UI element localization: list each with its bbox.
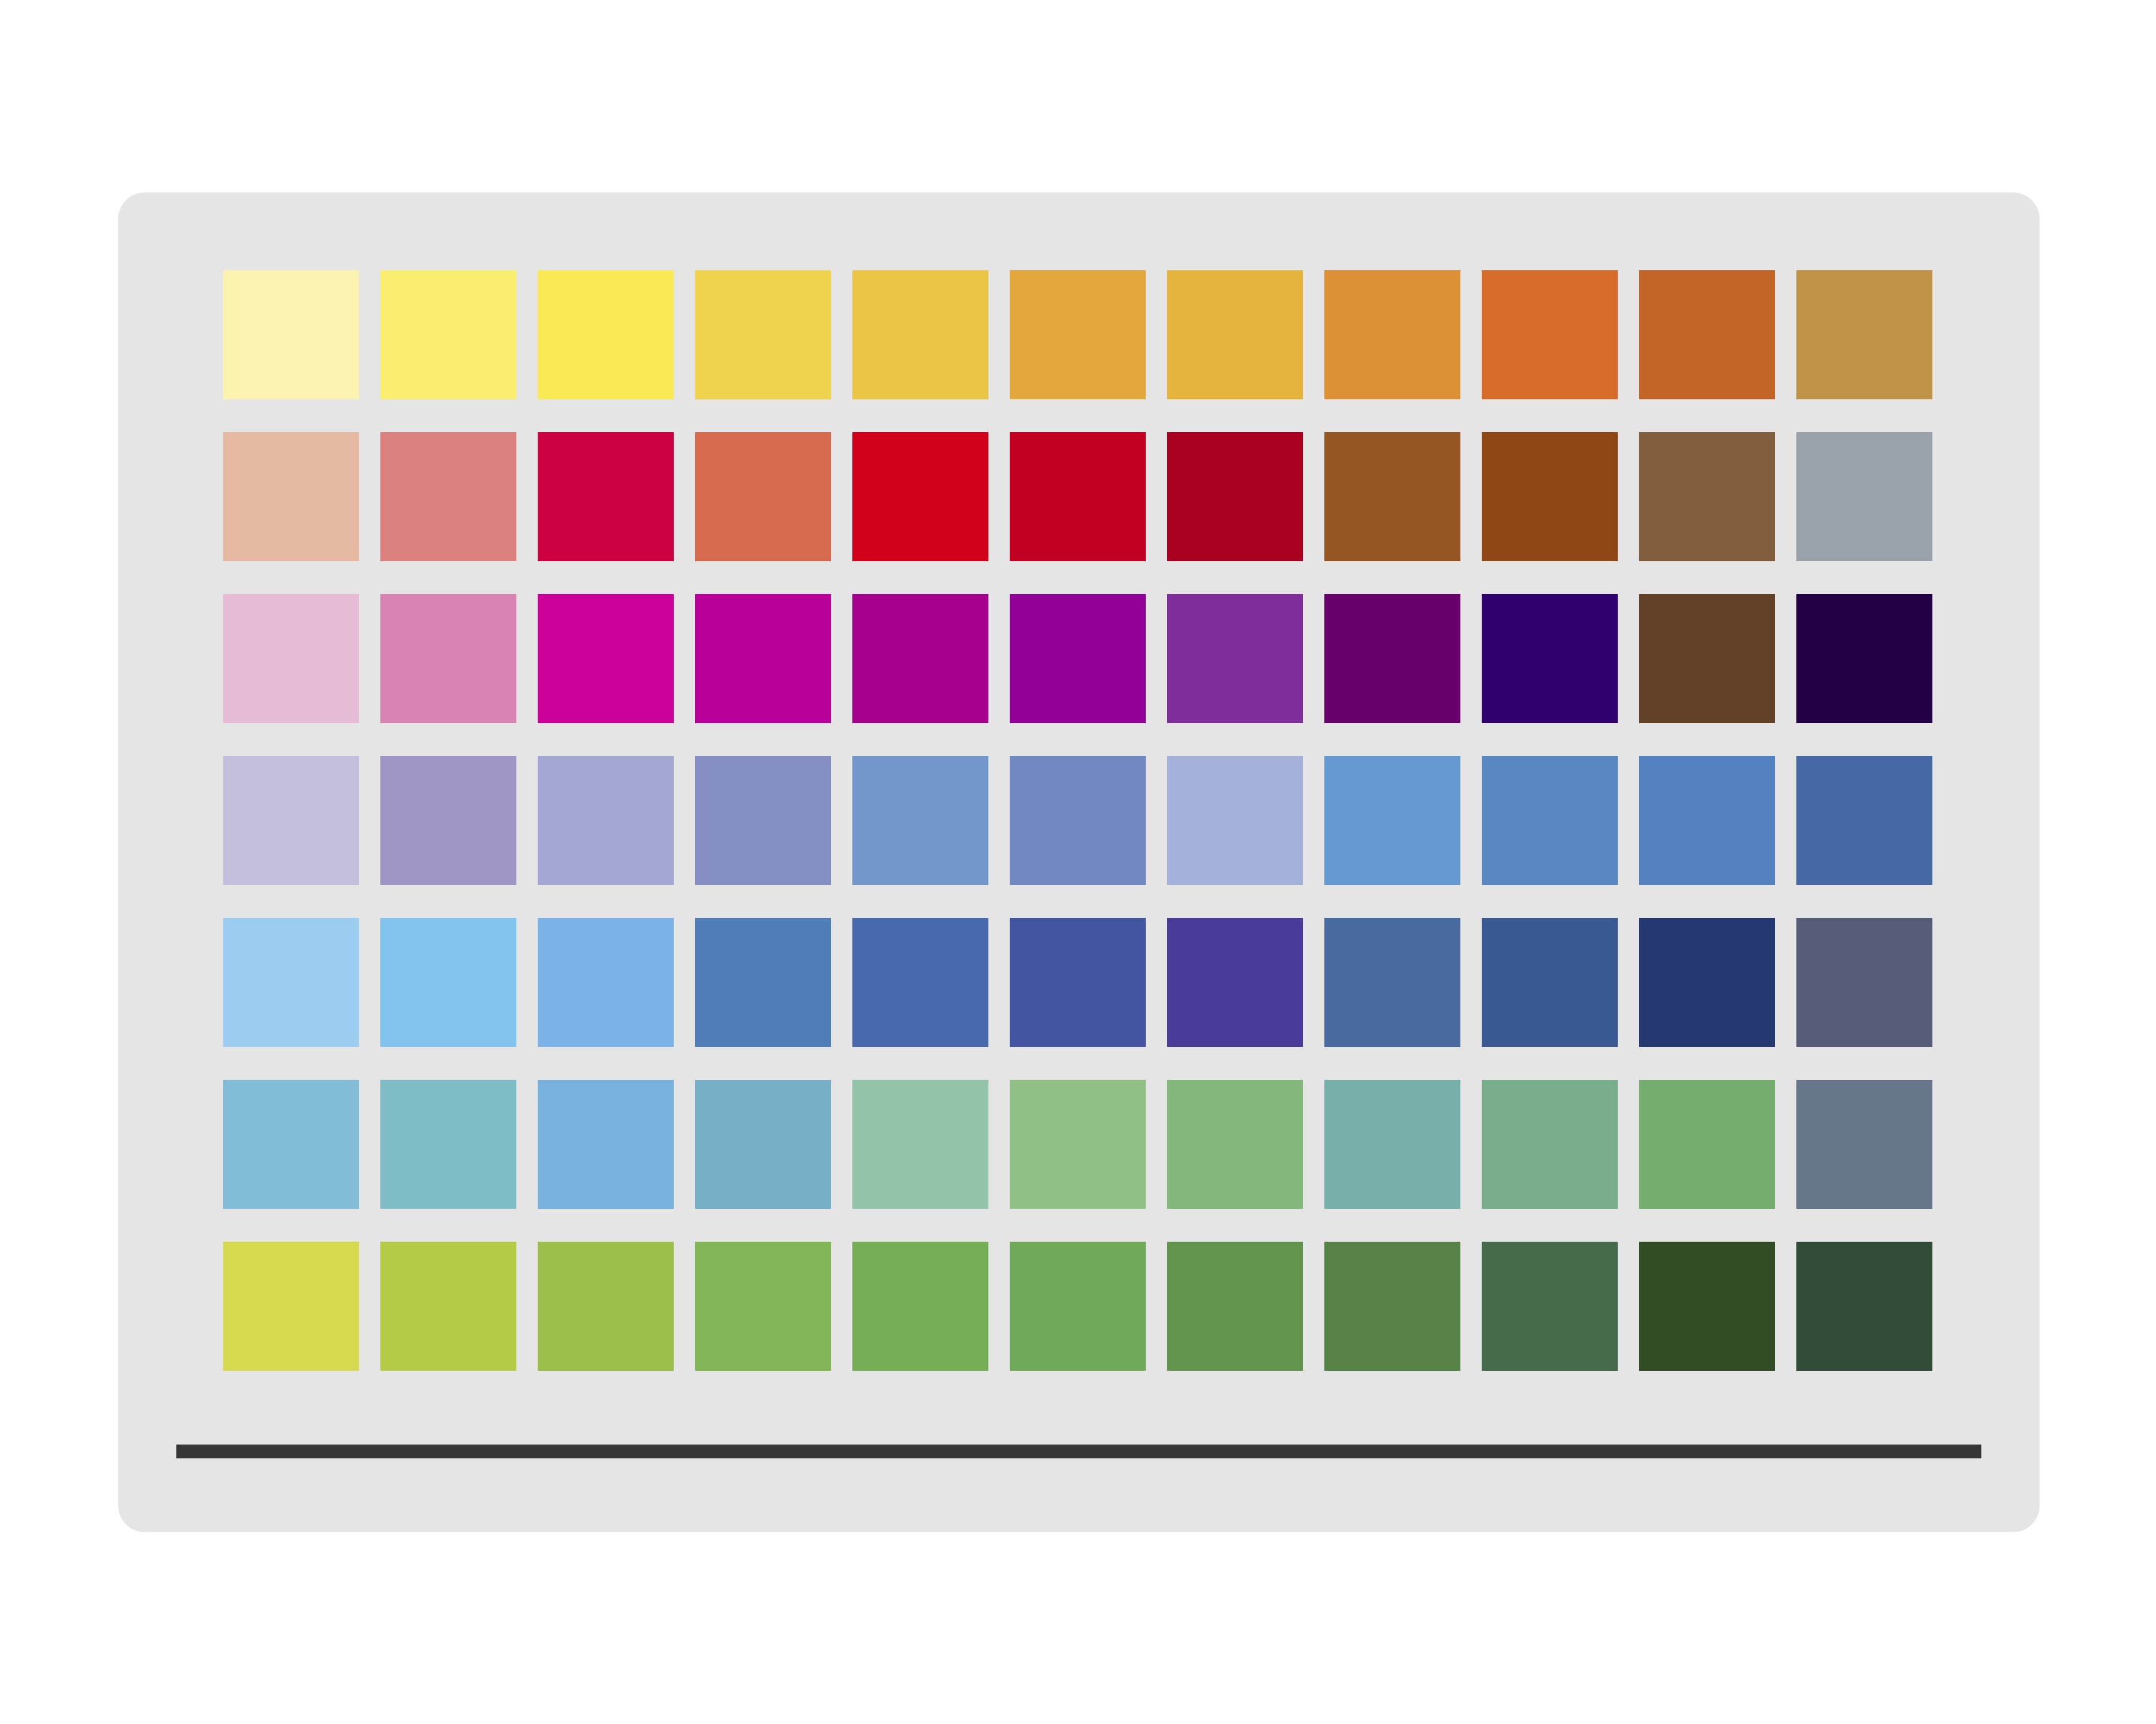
- color-swatch[interactable]: [1482, 432, 1618, 561]
- color-palette-board: [118, 192, 2040, 1532]
- color-swatch[interactable]: [380, 270, 516, 399]
- color-swatch[interactable]: [695, 1080, 831, 1209]
- board-tray-bar: [176, 1445, 1981, 1458]
- color-swatch[interactable]: [380, 1080, 516, 1209]
- color-swatch[interactable]: [695, 432, 831, 561]
- color-swatch[interactable]: [380, 756, 516, 885]
- color-swatch[interactable]: [1796, 594, 1932, 723]
- color-swatch[interactable]: [1010, 918, 1146, 1047]
- color-swatch[interactable]: [695, 594, 831, 723]
- color-swatch[interactable]: [1167, 756, 1303, 885]
- color-swatch[interactable]: [852, 270, 988, 399]
- color-swatch[interactable]: [1796, 1242, 1932, 1371]
- color-swatch[interactable]: [1639, 432, 1775, 561]
- color-swatch[interactable]: [380, 1242, 516, 1371]
- color-swatch[interactable]: [538, 432, 674, 561]
- color-swatch[interactable]: [1010, 432, 1146, 561]
- color-swatch[interactable]: [1167, 1080, 1303, 1209]
- color-swatch[interactable]: [852, 1080, 988, 1209]
- color-swatch[interactable]: [1167, 270, 1303, 399]
- color-swatch[interactable]: [1010, 1242, 1146, 1371]
- color-swatch[interactable]: [1639, 1242, 1775, 1371]
- color-swatch[interactable]: [380, 918, 516, 1047]
- color-swatch[interactable]: [852, 1242, 988, 1371]
- color-swatch[interactable]: [538, 1080, 674, 1209]
- color-swatch[interactable]: [1324, 756, 1460, 885]
- color-swatch[interactable]: [223, 918, 359, 1047]
- color-swatch[interactable]: [1482, 594, 1618, 723]
- color-swatch[interactable]: [1167, 432, 1303, 561]
- color-swatch[interactable]: [223, 1242, 359, 1371]
- color-swatch[interactable]: [538, 918, 674, 1047]
- color-swatch[interactable]: [538, 594, 674, 723]
- color-swatch[interactable]: [1167, 1242, 1303, 1371]
- color-swatch[interactable]: [1324, 1242, 1460, 1371]
- color-swatch[interactable]: [1482, 756, 1618, 885]
- color-swatch[interactable]: [1010, 270, 1146, 399]
- color-swatch[interactable]: [538, 270, 674, 399]
- color-swatch[interactable]: [852, 432, 988, 561]
- color-swatch[interactable]: [852, 918, 988, 1047]
- color-swatch[interactable]: [1796, 1080, 1932, 1209]
- color-swatch[interactable]: [852, 756, 988, 885]
- color-swatch[interactable]: [1796, 432, 1932, 561]
- color-swatch[interactable]: [1167, 594, 1303, 723]
- color-swatch[interactable]: [1324, 1080, 1460, 1209]
- color-swatch[interactable]: [695, 1242, 831, 1371]
- color-swatch[interactable]: [380, 432, 516, 561]
- color-swatch[interactable]: [1010, 1080, 1146, 1209]
- color-swatch[interactable]: [380, 594, 516, 723]
- color-swatch[interactable]: [1639, 1080, 1775, 1209]
- color-swatch[interactable]: [1796, 270, 1932, 399]
- color-swatch[interactable]: [223, 432, 359, 561]
- color-swatch[interactable]: [1482, 1242, 1618, 1371]
- color-swatch[interactable]: [223, 270, 359, 399]
- color-swatch[interactable]: [1796, 756, 1932, 885]
- color-swatch[interactable]: [1167, 918, 1303, 1047]
- color-swatch[interactable]: [1010, 756, 1146, 885]
- color-swatch[interactable]: [1010, 594, 1146, 723]
- color-swatch[interactable]: [695, 270, 831, 399]
- color-swatch[interactable]: [1324, 918, 1460, 1047]
- color-swatch[interactable]: [538, 756, 674, 885]
- color-swatch[interactable]: [1324, 594, 1460, 723]
- color-swatch[interactable]: [1482, 1080, 1618, 1209]
- color-swatch[interactable]: [1324, 432, 1460, 561]
- color-swatch[interactable]: [223, 756, 359, 885]
- color-swatch[interactable]: [1482, 918, 1618, 1047]
- color-swatch[interactable]: [1796, 918, 1932, 1047]
- color-swatch[interactable]: [695, 756, 831, 885]
- swatch-grid: [223, 270, 1932, 1371]
- color-swatch[interactable]: [1639, 594, 1775, 723]
- color-swatch[interactable]: [1639, 270, 1775, 399]
- color-swatch[interactable]: [1482, 270, 1618, 399]
- color-swatch[interactable]: [223, 1080, 359, 1209]
- color-swatch[interactable]: [852, 594, 988, 723]
- color-swatch[interactable]: [1639, 918, 1775, 1047]
- color-swatch[interactable]: [1639, 756, 1775, 885]
- color-swatch[interactable]: [538, 1242, 674, 1371]
- color-swatch[interactable]: [1324, 270, 1460, 399]
- color-swatch[interactable]: [223, 594, 359, 723]
- color-swatch[interactable]: [695, 918, 831, 1047]
